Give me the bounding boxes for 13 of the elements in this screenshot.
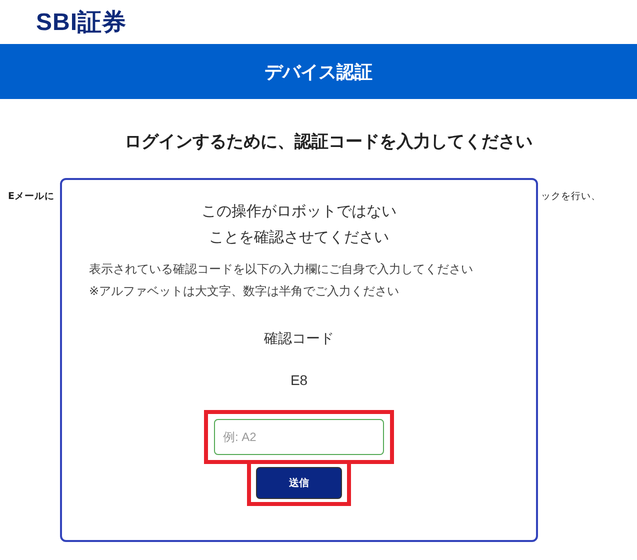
verification-code: E8	[289, 372, 309, 388]
instruction-text: 表示されている確認コードを以下の入力欄にご自身で入力してください	[89, 261, 474, 278]
dialog-title: この操作がロボットではない	[200, 201, 398, 222]
background-text: ックを行い、	[541, 190, 601, 203]
submit-button[interactable]: 送信	[256, 467, 342, 499]
instruction-text: ※アルファベットは大文字、数字は半角でご入力ください	[89, 283, 400, 300]
banner-title: デバイス認証	[264, 60, 372, 84]
code-input-field[interactable]: 例: A2	[214, 419, 384, 455]
page-heading: ログインするために、認証コードを入力してください	[124, 131, 534, 153]
background-text: Eメールに	[8, 190, 54, 203]
logo: SBI証券	[36, 8, 127, 38]
code-label: 確認コード	[263, 330, 335, 348]
dialog-title: ことを確認させてください	[208, 227, 390, 248]
